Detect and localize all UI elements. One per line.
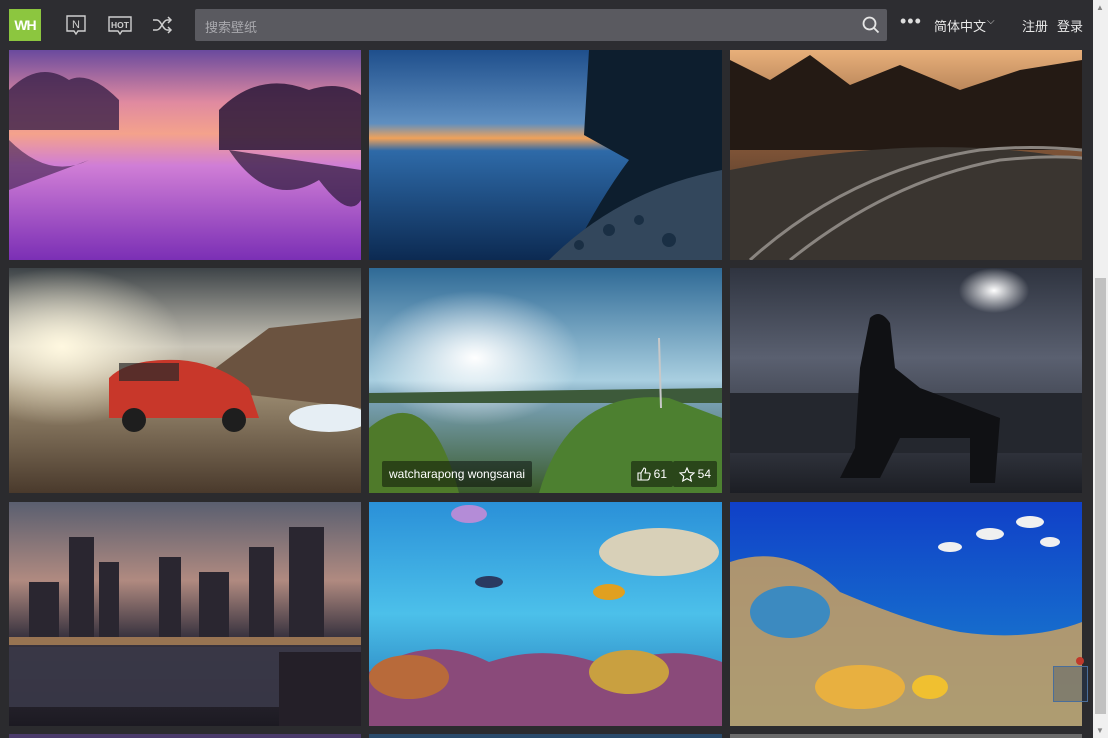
like-button[interactable]: 61 [630, 461, 673, 487]
login-link[interactable]: 登录 [1057, 16, 1083, 35]
wallpaper-partial-1[interactable] [9, 734, 361, 738]
search-input[interactable]: 搜索壁纸 [195, 9, 887, 41]
new-icon[interactable]: N [63, 13, 89, 37]
notification-dot [1076, 657, 1084, 665]
like-count: 61 [653, 467, 667, 481]
wallpaper-dark-woman[interactable] [730, 268, 1082, 493]
language-selector[interactable]: 简体中文 [934, 16, 986, 35]
author-label[interactable]: watcharapong wongsanai [382, 461, 533, 487]
wallpaper-city-night[interactable] [9, 502, 361, 726]
scrollbar[interactable]: ▲ ▼ [1093, 0, 1108, 738]
wallpaper-blue-shore[interactable] [369, 50, 722, 260]
thumbs-up-icon [637, 467, 651, 481]
scroll-down-icon[interactable]: ▼ [1096, 726, 1104, 735]
back-to-top-button[interactable] [1053, 666, 1088, 702]
wallpaper-underwater-pufferfish[interactable] [369, 502, 722, 726]
wallpaper-coral-reef-fish[interactable] [730, 502, 1082, 726]
chevron-down-icon[interactable]: ⌵ [987, 16, 995, 27]
star-icon [678, 466, 695, 482]
scroll-thumb[interactable] [1095, 278, 1106, 714]
more-icon[interactable]: ••• [900, 12, 922, 30]
scroll-up-icon[interactable]: ▲ [1096, 3, 1104, 12]
search-placeholder: 搜索壁纸 [205, 20, 258, 35]
search-icon[interactable] [861, 15, 881, 35]
wallpaper-sunset-lake[interactable] [9, 50, 361, 260]
wallpaper-railway-forest[interactable] [730, 50, 1082, 260]
wallpaper-red-car[interactable] [9, 268, 361, 493]
hot-icon[interactable]: HOT [106, 13, 134, 37]
register-link[interactable]: 注册 [1022, 16, 1048, 35]
svg-text:HOT: HOT [111, 20, 130, 30]
wallpaper-partial-3[interactable] [730, 734, 1082, 738]
favorite-button[interactable]: 54 [672, 461, 717, 487]
site-logo[interactable]: WH [9, 9, 41, 41]
top-bar: WH N HOT 搜索壁纸 ••• 简体中文 ⌵ 注册 登录 [0, 0, 1093, 50]
shuffle-icon[interactable] [149, 13, 175, 37]
favorite-count: 54 [697, 467, 711, 481]
wallpaper-partial-2[interactable] [369, 734, 722, 738]
wallpaper-green-lake[interactable]: watcharapong wongsanai 61 54 [369, 268, 722, 493]
svg-text:N: N [72, 19, 80, 31]
